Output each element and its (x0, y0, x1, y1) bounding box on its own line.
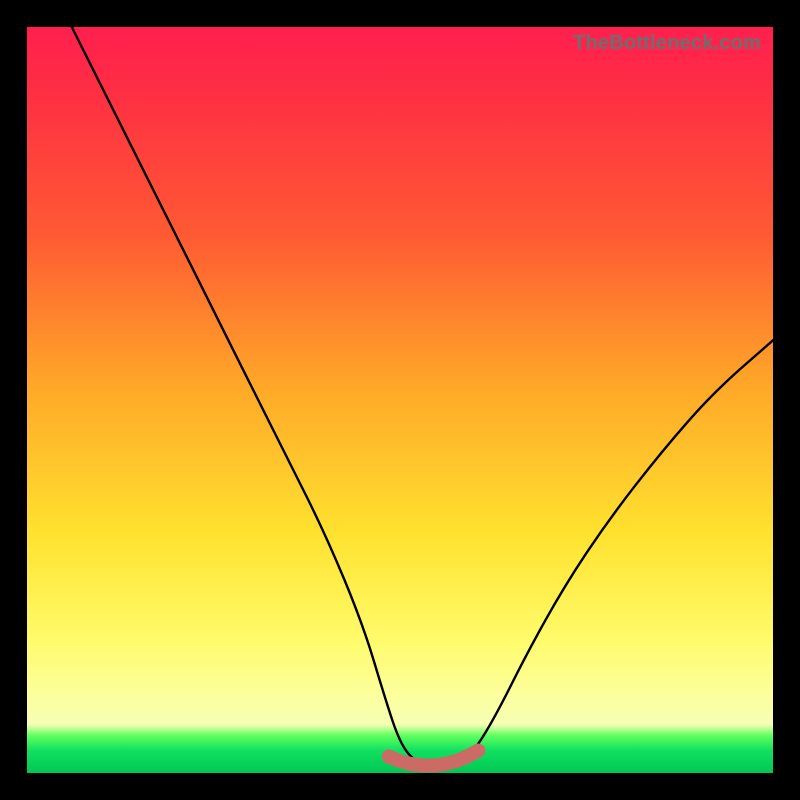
bottleneck-curve-svg (27, 27, 773, 773)
bottom-highlight-markers (382, 744, 486, 773)
bottleneck-curve-path (72, 27, 773, 766)
chart-plot-area: TheBottleneck.com (27, 27, 773, 773)
bottom-highlight-dot (471, 744, 485, 758)
chart-frame: TheBottleneck.com (0, 0, 800, 800)
